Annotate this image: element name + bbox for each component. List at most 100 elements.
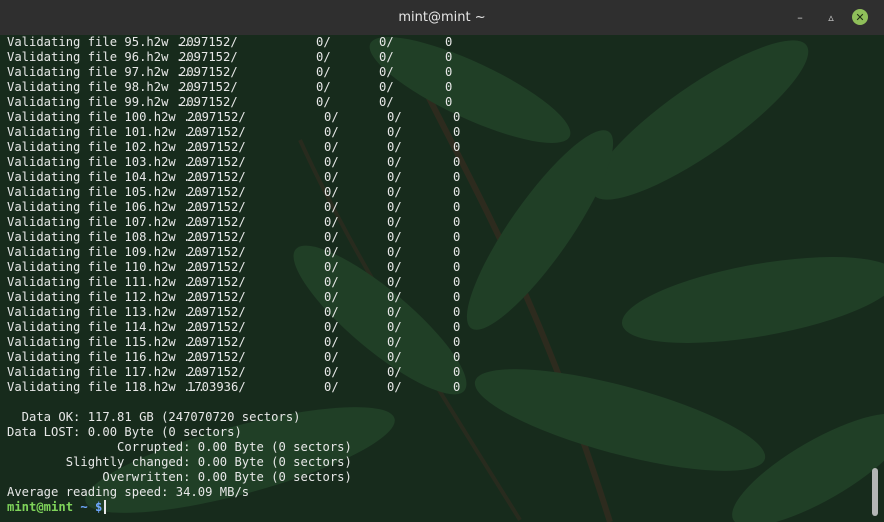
- validation-row: Validating file 105.h2w ...2097152/0/0/0: [7, 185, 867, 200]
- row-col-a: 0/: [316, 35, 331, 49]
- row-size: 2097152/: [187, 200, 246, 214]
- maximize-icon[interactable]: ▵: [823, 9, 839, 25]
- row-size: 2097152/: [187, 245, 246, 259]
- row-prefix: Validating file: [7, 50, 125, 64]
- row-col-b: 0/: [387, 170, 402, 184]
- row-col-c: 0: [453, 110, 461, 124]
- row-col-a: 0/: [324, 110, 339, 124]
- row-file: Validating file 99.h2w ...: [7, 95, 198, 110]
- row-file: Validating file 115.h2w ...: [7, 335, 205, 350]
- row-prefix: Validating file: [7, 305, 125, 319]
- row-col-a: 0/: [324, 275, 339, 289]
- row-col-c: 0: [453, 260, 461, 274]
- row-file: Validating file 110.h2w ...: [7, 260, 205, 275]
- row-col-b: 0/: [379, 35, 394, 49]
- row-size: 2097152/: [179, 80, 238, 94]
- row-prefix: Validating file: [7, 170, 125, 184]
- row-prefix: Validating file: [7, 365, 125, 379]
- row-col-a: 0/: [324, 320, 339, 334]
- row-filename: 108.h2w: [124, 230, 176, 244]
- row-col-b: 0/: [387, 335, 402, 349]
- row-size: 2097152/: [187, 335, 246, 349]
- row-filename: 105.h2w: [124, 185, 176, 199]
- row-filename: 112.h2w: [124, 290, 176, 304]
- row-prefix: Validating file: [7, 350, 125, 364]
- row-file: Validating file 97.h2w ...: [7, 65, 198, 80]
- row-col-c: 0: [453, 380, 461, 394]
- row-file: Validating file 100.h2w ...: [7, 110, 205, 125]
- shell-prompt[interactable]: mint@mint ~ $: [7, 500, 867, 515]
- row-file: Validating file 103.h2w ...: [7, 155, 205, 170]
- validation-row: Validating file 106.h2w ...2097152/0/0/0: [7, 200, 867, 215]
- row-file: Validating file 95.h2w ...: [7, 35, 198, 50]
- row-col-b: 0/: [387, 140, 402, 154]
- row-col-a: 0/: [324, 350, 339, 364]
- row-prefix: Validating file: [7, 215, 125, 229]
- row-file: Validating file 107.h2w ...: [7, 215, 205, 230]
- row-col-b: 0/: [387, 305, 402, 319]
- row-col-c: 0: [453, 320, 461, 334]
- row-file: Validating file 106.h2w ...: [7, 200, 205, 215]
- row-col-c: 0: [453, 365, 461, 379]
- row-filename: 107.h2w: [124, 215, 176, 229]
- validation-row: Validating file 117.h2w ...2097152/0/0/0: [7, 365, 867, 380]
- row-col-b: 0/: [387, 245, 402, 259]
- validation-row: Validating file 96.h2w ...2097152/0/0/0: [7, 50, 867, 65]
- row-prefix: Validating file: [7, 275, 125, 289]
- row-prefix: Validating file: [7, 125, 125, 139]
- row-col-a: 0/: [324, 365, 339, 379]
- summary-data-ok: Data OK: 117.81 GB (247070720 sectors): [7, 410, 301, 424]
- close-icon[interactable]: ✕: [852, 9, 868, 25]
- row-filename: 116.h2w: [124, 350, 176, 364]
- row-filename: 111.h2w: [124, 275, 176, 289]
- row-col-a: 0/: [316, 95, 331, 109]
- row-col-b: 0/: [387, 185, 402, 199]
- scrollbar-thumb[interactable]: [872, 468, 878, 516]
- row-prefix: Validating file: [7, 335, 125, 349]
- row-col-b: 0/: [387, 215, 402, 229]
- row-size: 2097152/: [187, 230, 246, 244]
- row-col-c: 0: [453, 305, 461, 319]
- row-col-a: 0/: [324, 200, 339, 214]
- terminal-output[interactable]: Validating file 95.h2w ...2097152/0/0/0 V…: [7, 35, 867, 522]
- row-file: Validating file 102.h2w ...: [7, 140, 205, 155]
- row-size: 2097152/: [179, 50, 238, 64]
- row-size: 2097152/: [187, 125, 246, 139]
- row-prefix: Validating file: [7, 155, 125, 169]
- row-file: Validating file 105.h2w ...: [7, 185, 205, 200]
- row-filename: 113.h2w: [124, 305, 176, 319]
- row-col-b: 0/: [387, 230, 402, 244]
- row-prefix: Validating file: [7, 320, 125, 334]
- row-col-c: 0: [445, 80, 453, 94]
- row-file: Validating file 113.h2w ...: [7, 305, 205, 320]
- row-prefix: Validating file: [7, 65, 125, 79]
- validation-row: Validating file 95.h2w ...2097152/0/0/0: [7, 35, 867, 50]
- row-col-c: 0: [453, 185, 461, 199]
- validation-row: Validating file 111.h2w ...2097152/0/0/0: [7, 275, 867, 290]
- validation-row: Validating file 113.h2w ...2097152/0/0/0: [7, 305, 867, 320]
- row-col-a: 0/: [324, 230, 339, 244]
- row-file: Validating file 109.h2w ...: [7, 245, 205, 260]
- validation-row: Validating file 114.h2w ...2097152/0/0/0: [7, 320, 867, 335]
- row-filename: 103.h2w: [124, 155, 176, 169]
- row-col-c: 0: [445, 65, 453, 79]
- row-size: 1703936/: [187, 380, 246, 394]
- row-col-a: 0/: [324, 185, 339, 199]
- row-prefix: Validating file: [7, 95, 125, 109]
- minimize-icon[interactable]: –: [792, 9, 808, 25]
- row-prefix: Validating file: [7, 80, 125, 94]
- row-col-c: 0: [453, 275, 461, 289]
- row-col-a: 0/: [316, 50, 331, 64]
- row-prefix: Validating file: [7, 200, 125, 214]
- row-col-c: 0: [453, 155, 461, 169]
- row-prefix: Validating file: [7, 140, 125, 154]
- row-col-b: 0/: [379, 65, 394, 79]
- row-size: 2097152/: [187, 260, 246, 274]
- row-filename: 95.h2w: [124, 35, 169, 49]
- validation-row: Validating file 118.h2w ...1703936/0/0/0: [7, 380, 867, 395]
- row-size: 2097152/: [179, 35, 238, 49]
- row-col-c: 0: [445, 50, 453, 64]
- row-filename: 114.h2w: [124, 320, 176, 334]
- row-size: 2097152/: [187, 320, 246, 334]
